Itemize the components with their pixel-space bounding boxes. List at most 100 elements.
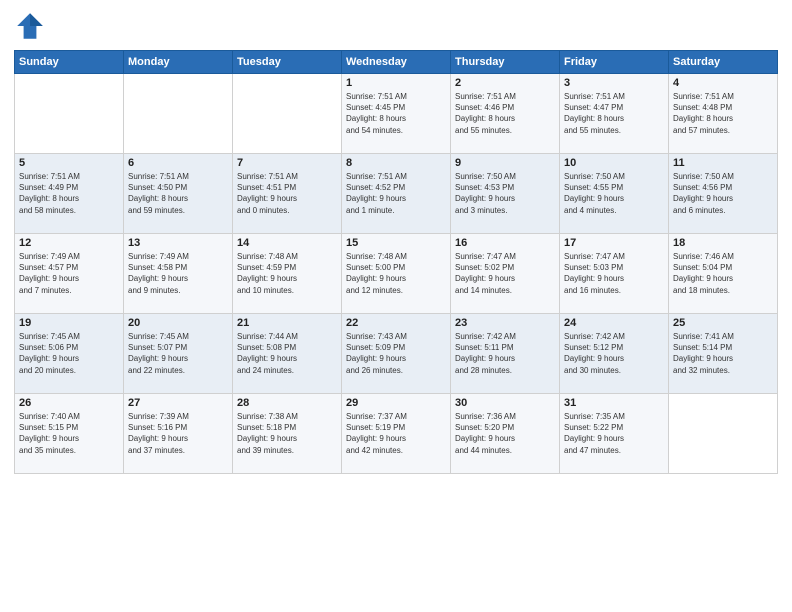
day-cell: 3 Sunrise: 7:51 AMSunset: 4:47 PMDaylight… — [560, 74, 669, 154]
day-number: 31 — [564, 397, 664, 409]
col-header-sunday: Sunday — [15, 51, 124, 74]
week-row-1: 1 Sunrise: 7:51 AMSunset: 4:45 PMDaylight… — [15, 74, 778, 154]
logo — [14, 10, 50, 42]
day-number: 3 — [564, 77, 664, 89]
header-row: SundayMondayTuesdayWednesdayThursdayFrid… — [15, 51, 778, 74]
logo-icon — [14, 10, 46, 42]
day-detail: Sunrise: 7:51 AMSunset: 4:46 PMDaylight:… — [455, 91, 555, 136]
day-detail: Sunrise: 7:48 AMSunset: 4:59 PMDaylight:… — [237, 251, 337, 296]
day-number: 25 — [673, 317, 773, 329]
day-detail: Sunrise: 7:49 AMSunset: 4:58 PMDaylight:… — [128, 251, 228, 296]
day-detail: Sunrise: 7:51 AMSunset: 4:49 PMDaylight:… — [19, 171, 119, 216]
day-detail: Sunrise: 7:40 AMSunset: 5:15 PMDaylight:… — [19, 411, 119, 456]
calendar-table: SundayMondayTuesdayWednesdayThursdayFrid… — [14, 50, 778, 474]
day-number: 16 — [455, 237, 555, 249]
day-cell: 16Sunrise: 7:47 AMSunset: 5:02 PMDayligh… — [451, 234, 560, 314]
day-detail: Sunrise: 7:42 AMSunset: 5:11 PMDaylight:… — [455, 331, 555, 376]
day-cell: 31 Sunrise: 7:35 AMSunset: 5:22 PMDayligh… — [560, 394, 669, 474]
header — [14, 10, 778, 42]
col-header-thursday: Thursday — [451, 51, 560, 74]
day-cell: 2 Sunrise: 7:51 AMSunset: 4:46 PMDaylight… — [451, 74, 560, 154]
day-number: 29 — [346, 397, 446, 409]
day-number: 2 — [455, 77, 555, 89]
day-number: 23 — [455, 317, 555, 329]
day-number: 18 — [673, 237, 773, 249]
day-number: 26 — [19, 397, 119, 409]
day-detail: Sunrise: 7:47 AMSunset: 5:03 PMDaylight:… — [564, 251, 664, 296]
day-detail: Sunrise: 7:50 AMSunset: 4:56 PMDaylight:… — [673, 171, 773, 216]
day-number: 22 — [346, 317, 446, 329]
day-number: 12 — [19, 237, 119, 249]
col-header-monday: Monday — [124, 51, 233, 74]
day-detail: Sunrise: 7:51 AMSunset: 4:48 PMDaylight:… — [673, 91, 773, 136]
day-detail: Sunrise: 7:42 AMSunset: 5:12 PMDaylight:… — [564, 331, 664, 376]
week-row-5: 26 Sunrise: 7:40 AMSunset: 5:15 PMDayligh… — [15, 394, 778, 474]
day-cell: 20 Sunrise: 7:45 AMSunset: 5:07 PMDayligh… — [124, 314, 233, 394]
day-detail: Sunrise: 7:51 AMSunset: 4:47 PMDaylight:… — [564, 91, 664, 136]
day-number: 19 — [19, 317, 119, 329]
day-detail: Sunrise: 7:51 AMSunset: 4:50 PMDaylight:… — [128, 171, 228, 216]
day-cell: 29 Sunrise: 7:37 AMSunset: 5:19 PMDayligh… — [342, 394, 451, 474]
day-cell: 12 Sunrise: 7:49 AMSunset: 4:57 PMDayligh… — [15, 234, 124, 314]
day-detail: Sunrise: 7:49 AMSunset: 4:57 PMDaylight:… — [19, 251, 119, 296]
day-cell: 11 Sunrise: 7:50 AMSunset: 4:56 PMDayligh… — [669, 154, 778, 234]
day-cell: 8Sunrise: 7:51 AMSunset: 4:52 PMDaylight… — [342, 154, 451, 234]
day-detail: Sunrise: 7:35 AMSunset: 5:22 PMDaylight:… — [564, 411, 664, 456]
day-cell — [669, 394, 778, 474]
day-detail: Sunrise: 7:37 AMSunset: 5:19 PMDaylight:… — [346, 411, 446, 456]
day-cell: 5 Sunrise: 7:51 AMSunset: 4:49 PMDaylight… — [15, 154, 124, 234]
day-cell: 27Sunrise: 7:39 AMSunset: 5:16 PMDayligh… — [124, 394, 233, 474]
day-detail: Sunrise: 7:50 AMSunset: 4:55 PMDaylight:… — [564, 171, 664, 216]
col-header-wednesday: Wednesday — [342, 51, 451, 74]
day-detail: Sunrise: 7:51 AMSunset: 4:45 PMDaylight:… — [346, 91, 446, 136]
day-cell — [233, 74, 342, 154]
day-cell: 4 Sunrise: 7:51 AMSunset: 4:48 PMDaylight… — [669, 74, 778, 154]
day-cell: 25 Sunrise: 7:41 AMSunset: 5:14 PMDayligh… — [669, 314, 778, 394]
page: SundayMondayTuesdayWednesdayThursdayFrid… — [0, 0, 792, 612]
col-header-saturday: Saturday — [669, 51, 778, 74]
day-number: 30 — [455, 397, 555, 409]
day-cell: 21 Sunrise: 7:44 AMSunset: 5:08 PMDayligh… — [233, 314, 342, 394]
day-number: 10 — [564, 157, 664, 169]
day-cell: 23 Sunrise: 7:42 AMSunset: 5:11 PMDayligh… — [451, 314, 560, 394]
day-detail: Sunrise: 7:50 AMSunset: 4:53 PMDaylight:… — [455, 171, 555, 216]
week-row-3: 12 Sunrise: 7:49 AMSunset: 4:57 PMDayligh… — [15, 234, 778, 314]
day-number: 21 — [237, 317, 337, 329]
day-cell: 9Sunrise: 7:50 AMSunset: 4:53 PMDaylight… — [451, 154, 560, 234]
day-detail: Sunrise: 7:38 AMSunset: 5:18 PMDaylight:… — [237, 411, 337, 456]
day-number: 1 — [346, 77, 446, 89]
day-detail: Sunrise: 7:36 AMSunset: 5:20 PMDaylight:… — [455, 411, 555, 456]
day-number: 28 — [237, 397, 337, 409]
day-detail: Sunrise: 7:46 AMSunset: 5:04 PMDaylight:… — [673, 251, 773, 296]
day-number: 11 — [673, 157, 773, 169]
day-cell: 14 Sunrise: 7:48 AMSunset: 4:59 PMDayligh… — [233, 234, 342, 314]
day-cell: 6Sunrise: 7:51 AMSunset: 4:50 PMDaylight… — [124, 154, 233, 234]
day-cell: 19Sunrise: 7:45 AMSunset: 5:06 PMDayligh… — [15, 314, 124, 394]
day-number: 24 — [564, 317, 664, 329]
day-number: 15 — [346, 237, 446, 249]
day-number: 8 — [346, 157, 446, 169]
day-cell: 15 Sunrise: 7:48 AMSunset: 5:00 PMDayligh… — [342, 234, 451, 314]
day-detail: Sunrise: 7:39 AMSunset: 5:16 PMDaylight:… — [128, 411, 228, 456]
day-number: 13 — [128, 237, 228, 249]
day-detail: Sunrise: 7:44 AMSunset: 5:08 PMDaylight:… — [237, 331, 337, 376]
day-detail: Sunrise: 7:43 AMSunset: 5:09 PMDaylight:… — [346, 331, 446, 376]
col-header-friday: Friday — [560, 51, 669, 74]
day-detail: Sunrise: 7:51 AMSunset: 4:51 PMDaylight:… — [237, 171, 337, 216]
day-detail: Sunrise: 7:41 AMSunset: 5:14 PMDaylight:… — [673, 331, 773, 376]
day-number: 20 — [128, 317, 228, 329]
day-number: 17 — [564, 237, 664, 249]
day-cell: 28 Sunrise: 7:38 AMSunset: 5:18 PMDayligh… — [233, 394, 342, 474]
day-cell: 22 Sunrise: 7:43 AMSunset: 5:09 PMDayligh… — [342, 314, 451, 394]
day-detail: Sunrise: 7:48 AMSunset: 5:00 PMDaylight:… — [346, 251, 446, 296]
day-number: 5 — [19, 157, 119, 169]
day-number: 14 — [237, 237, 337, 249]
day-cell: 18 Sunrise: 7:46 AMSunset: 5:04 PMDayligh… — [669, 234, 778, 314]
day-cell: 17 Sunrise: 7:47 AMSunset: 5:03 PMDayligh… — [560, 234, 669, 314]
day-cell — [15, 74, 124, 154]
day-number: 4 — [673, 77, 773, 89]
day-cell: 1 Sunrise: 7:51 AMSunset: 4:45 PMDaylight… — [342, 74, 451, 154]
day-cell: 13 Sunrise: 7:49 AMSunset: 4:58 PMDayligh… — [124, 234, 233, 314]
day-detail: Sunrise: 7:45 AMSunset: 5:07 PMDaylight:… — [128, 331, 228, 376]
day-number: 7 — [237, 157, 337, 169]
